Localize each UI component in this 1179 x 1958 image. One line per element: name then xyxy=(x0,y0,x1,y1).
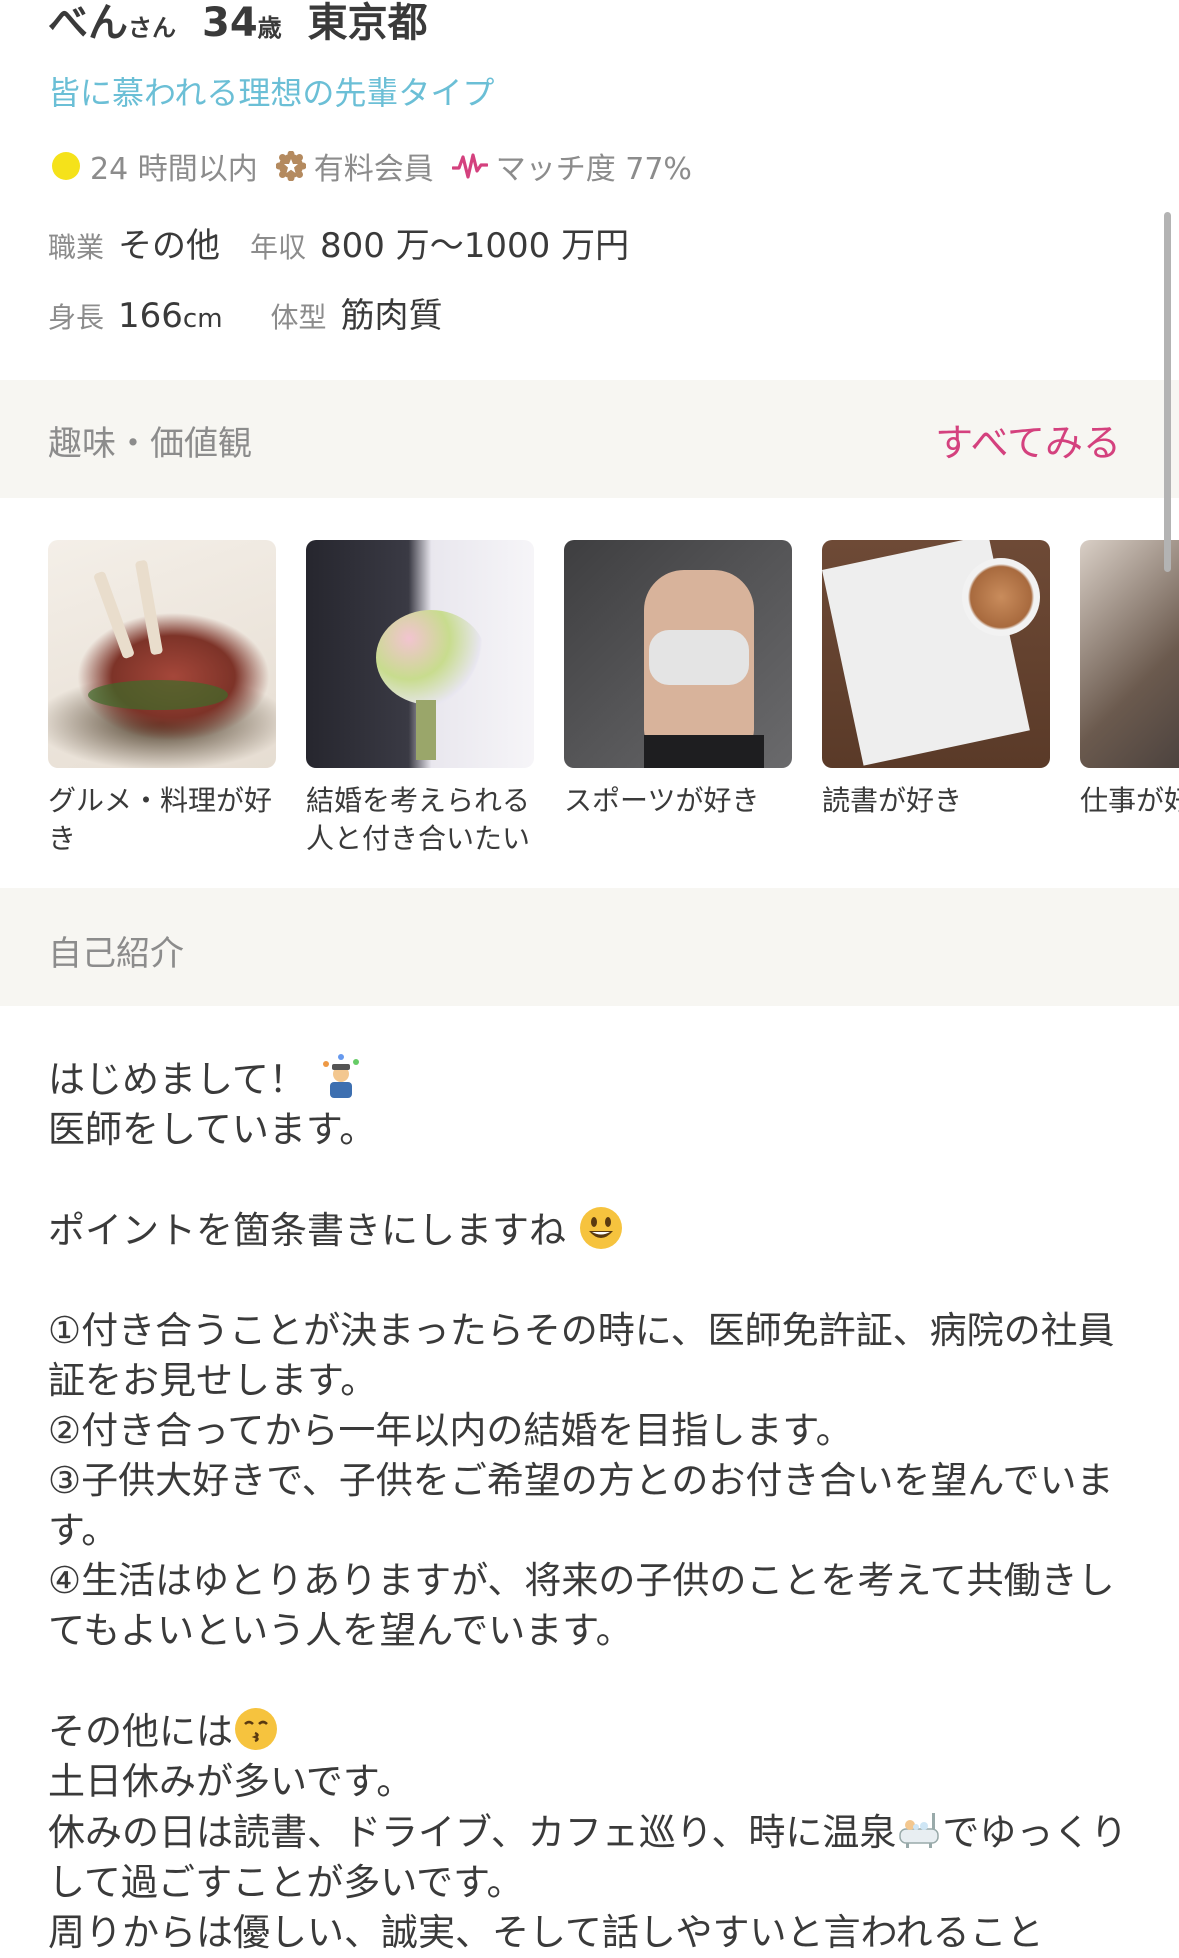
hobby-label: 結婚を考えられる人と付き合いたい xyxy=(306,784,531,855)
login-status-badge: 24 時間以内 xyxy=(52,144,258,188)
hobbies-section-header: 趣味・価値観 すべてみる xyxy=(0,380,1179,498)
job-value: その他 xyxy=(118,226,221,266)
hobby-card[interactable]: スポーツが好き xyxy=(564,540,792,820)
match-pulse-icon xyxy=(451,153,488,179)
intro-line: はじめまして！ xyxy=(48,1054,1138,1105)
intro-line: 土日休みが多いです。 xyxy=(48,1760,414,1803)
hobby-label: 仕事が好 xyxy=(1080,784,1179,817)
match-badge: マッチ度 77% xyxy=(451,144,692,188)
hobby-image-reading xyxy=(822,540,1050,768)
age-suffix: 歳 xyxy=(257,14,282,42)
status-badges: 24 時間以内 有料会員 マッチ度 77% xyxy=(52,144,710,188)
intro-line: 周りからは優しい、誠実、そして話しやすいと言われること xyxy=(48,1911,1044,1954)
intro-line xyxy=(48,1256,1138,1306)
bathtub-emoji-icon xyxy=(899,1813,940,1848)
body-label: 体型 xyxy=(270,301,327,334)
name-suffix: さん xyxy=(128,14,176,42)
height-unit: cm xyxy=(182,304,223,334)
profile-name: べん xyxy=(48,0,128,46)
profile-location: 東京都 xyxy=(307,0,428,46)
scrollbar[interactable] xyxy=(1164,212,1171,572)
income-value: 800 万～1000 万円 xyxy=(320,226,630,266)
hobby-label: グルメ・料理が好き xyxy=(48,784,273,855)
match-rate: マッチ度 77% xyxy=(495,152,692,187)
income-label: 年収 xyxy=(250,231,307,264)
intro-line: 休みの日は読書、ドライブ、カフェ巡り、時に温泉 でゆっくりして過ごすことが多いです… xyxy=(48,1807,1138,1908)
hobby-image-work xyxy=(1080,540,1179,768)
intro-line: ①付き合うことが決まったらその時に、医師免許証、病院の社員証をお見せします。 xyxy=(48,1309,1115,1402)
hobby-label: スポーツが好き xyxy=(564,784,760,817)
hobbies-title: 趣味・価値観 xyxy=(48,424,252,464)
login-status: 24 時間以内 xyxy=(90,152,258,187)
hobby-card[interactable]: 読書が好き xyxy=(822,540,1050,820)
membership-label: 有料会員 xyxy=(313,152,434,187)
hobby-image-gourmet xyxy=(48,540,276,768)
smile-emoji-icon xyxy=(579,1207,622,1249)
intro-line: ポイントを箇条書きにしますね xyxy=(48,1205,1138,1256)
kiss-emoji-icon xyxy=(235,1708,277,1750)
intro-line xyxy=(48,1155,1138,1205)
intro-line xyxy=(48,1656,1138,1706)
intro-line: ②付き合ってから一年以内の結婚を目指します。 xyxy=(48,1409,853,1452)
catchphrase: 皆に慕われる理想の先輩タイプ xyxy=(48,74,495,112)
intro-line: 医師をしています。 xyxy=(48,1108,377,1151)
profile-name-line: べんさん 34歳 東京都 xyxy=(48,0,428,48)
hobby-image-sports xyxy=(564,540,792,768)
intro-line: その他には xyxy=(48,1706,1138,1757)
intro-line: ④生活はゆとりありますが、将来の子供のことを考えて共働きしてもよいという人を望ん… xyxy=(48,1559,1115,1652)
intro-line: ③子供大好きで、子供をご希望の方とのお付き合いを望んでいます。 xyxy=(48,1459,1114,1552)
hobby-card[interactable]: 結婚を考えられる人と付き合いたい xyxy=(306,540,534,858)
hobby-label: 読書が好き xyxy=(822,784,963,817)
see-all-link[interactable]: すべてみる xyxy=(935,412,1121,467)
height-value: 166 xyxy=(118,296,183,336)
body-value: 筋肉質 xyxy=(340,296,443,336)
intro-title: 自己紹介 xyxy=(48,934,184,974)
online-dot-icon xyxy=(52,152,80,180)
intro-section-header: 自己紹介 xyxy=(0,888,1179,1006)
juggler-emoji-icon xyxy=(322,1054,359,1098)
job-label: 職業 xyxy=(48,231,105,264)
hobby-card[interactable]: グルメ・料理が好き xyxy=(48,540,276,858)
job-income-row: 職業 その他 年収 800 万～1000 万円 xyxy=(48,218,659,267)
membership-badge: 有料会員 xyxy=(275,144,434,188)
hobby-image-marriage xyxy=(306,540,534,768)
member-gear-icon xyxy=(275,151,306,181)
height-label: 身長 xyxy=(48,301,105,334)
profile-age: 34 xyxy=(202,0,258,46)
hobby-card[interactable]: 仕事が好 xyxy=(1080,540,1179,820)
intro-text: はじめまして！ 医師をしています。 ポイントを箇条書きにしますね ①付き合うこと… xyxy=(48,1054,1138,1958)
height-body-row: 身長 166 cm 体型 筋肉質 xyxy=(48,288,473,337)
